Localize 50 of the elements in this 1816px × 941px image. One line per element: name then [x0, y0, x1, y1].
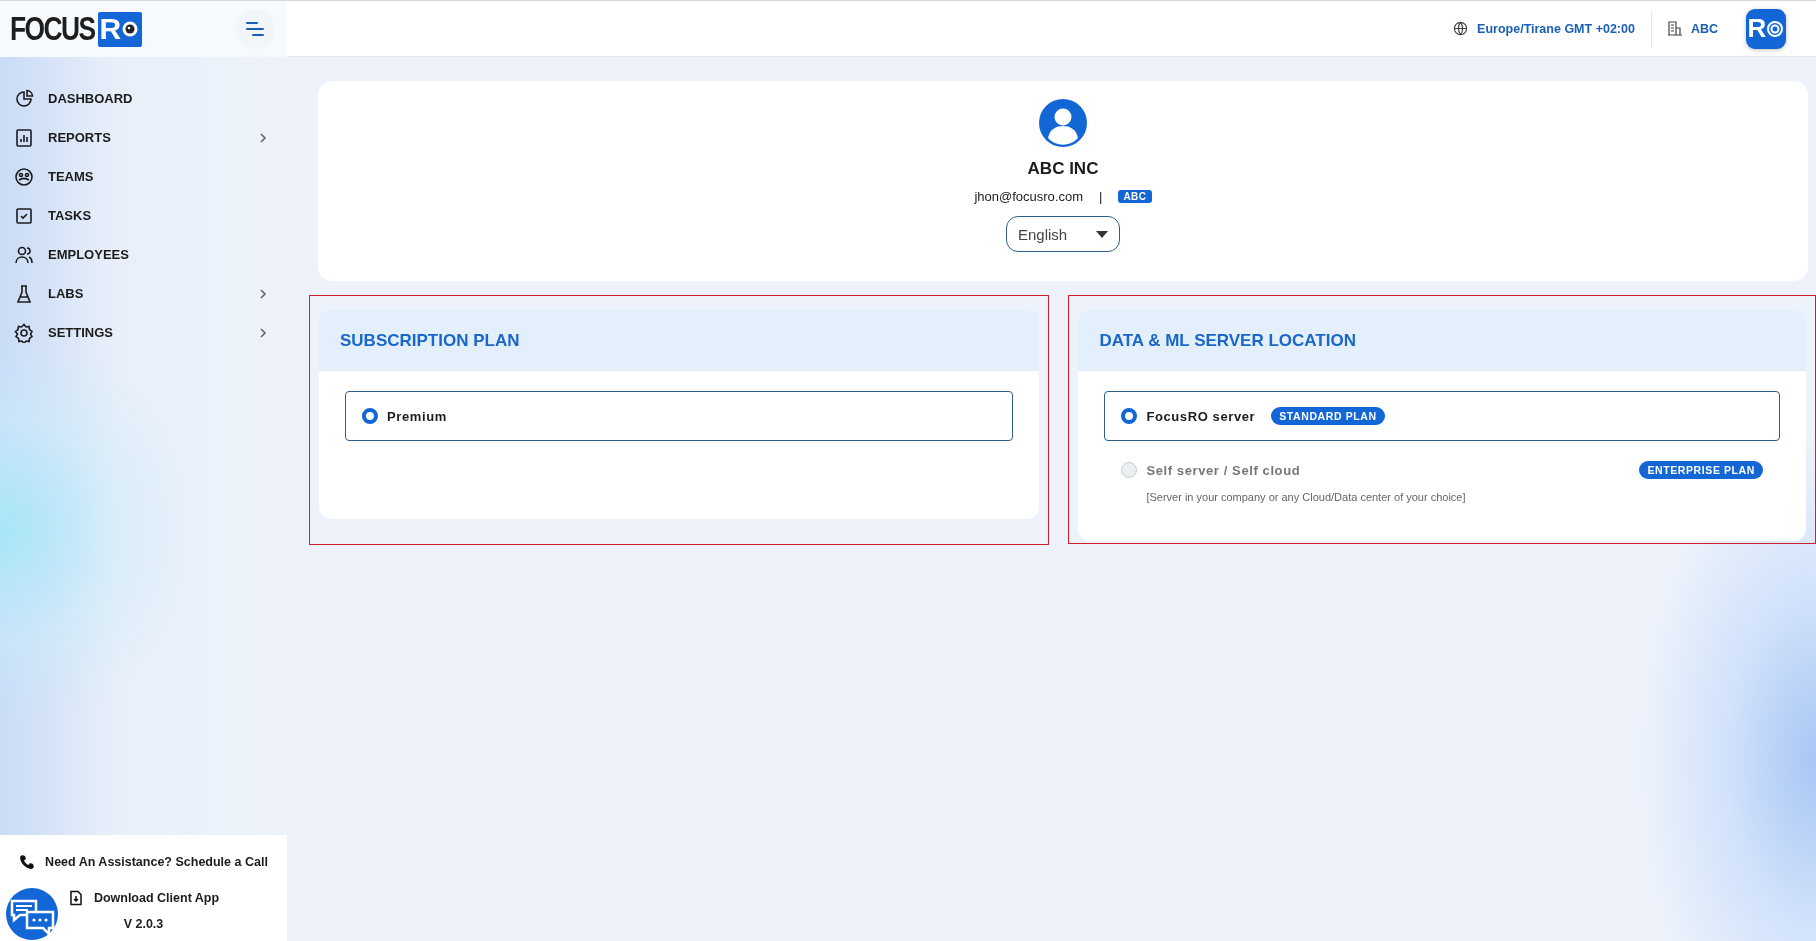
logo-badge: R: [97, 11, 143, 47]
caret-icon: [1096, 230, 1108, 238]
version-text: V 2.0.3: [123, 917, 164, 931]
people-icon: [14, 244, 34, 265]
radio-button[interactable]: [1121, 408, 1138, 424]
option-note: [Server in your company or any Cloud/Data center of your choice]: [1146, 491, 1467, 503]
option-card[interactable]: FocusRO server STANDARD PLAN: [1104, 391, 1780, 441]
panel-title: SUBSCRIPTION PLAN: [319, 310, 1040, 371]
option-row[interactable]: Self server / Self cloud ENTERPRISE PLAN [Server in your company or any Cloud/Data center of your choice]: [1104, 457, 1780, 507]
settings-icon: [14, 322, 34, 343]
panel-title: DATA & ML SERVER LOCATION: [1078, 310, 1806, 371]
company-selector[interactable]: ABC: [1650, 10, 1734, 47]
option-label: Self server / Self cloud: [1146, 462, 1301, 478]
separator-text: |: [1099, 189, 1103, 204]
sidebar-item[interactable]: TASKS: [0, 196, 287, 235]
chat-icon[interactable]: [5, 887, 59, 941]
language-dropdown[interactable]: English: [1006, 216, 1120, 252]
sidebar-item[interactable]: SETTINGS: [0, 313, 287, 352]
option-card[interactable]: Premium: [345, 391, 1014, 441]
email-text: jhon@focusro.com: [974, 189, 1083, 204]
sidebar-item[interactable]: REPORTS: [0, 118, 287, 157]
company-tag: ABC: [1118, 190, 1152, 203]
menu-button[interactable]: [235, 9, 275, 49]
option-label: Premium: [387, 408, 447, 424]
sidebar-item[interactable]: TEAMS: [0, 157, 287, 196]
lens-icon: [121, 20, 140, 38]
company-name: ABC INC: [1027, 159, 1099, 179]
report-icon: [14, 127, 34, 148]
download-icon: [67, 890, 84, 906]
download-link[interactable]: Download Client App: [93, 891, 220, 905]
sidebar-item[interactable]: DASHBOARD: [0, 79, 287, 118]
plan-badge: STANDARD PLAN: [1271, 407, 1385, 425]
lens-icon: [1766, 19, 1785, 38]
logo-text: FOCUS: [10, 10, 95, 48]
dashboard-icon: [14, 88, 34, 109]
user-avatar-icon: [1037, 97, 1089, 149]
timezone-selector[interactable]: Europe/Tirane GMT +02:00: [1437, 10, 1651, 47]
avatar-button[interactable]: R: [1746, 8, 1786, 49]
schedule-call-link[interactable]: Need An Assistance? Schedule a Call: [45, 855, 268, 869]
option-label: FocusRO server: [1146, 408, 1256, 424]
flask-icon: [14, 283, 34, 304]
radio-button[interactable]: [362, 408, 378, 424]
globe-icon: [1453, 21, 1469, 36]
plan-badge: ENTERPRISE PLAN: [1639, 461, 1763, 479]
sidebar-item[interactable]: LABS: [0, 274, 287, 313]
phone-icon: [19, 854, 36, 870]
task-icon: [14, 205, 34, 226]
building-icon: [1667, 21, 1682, 36]
menu-icon: [245, 21, 265, 37]
sidebar-item[interactable]: EMPLOYEES: [0, 235, 287, 274]
